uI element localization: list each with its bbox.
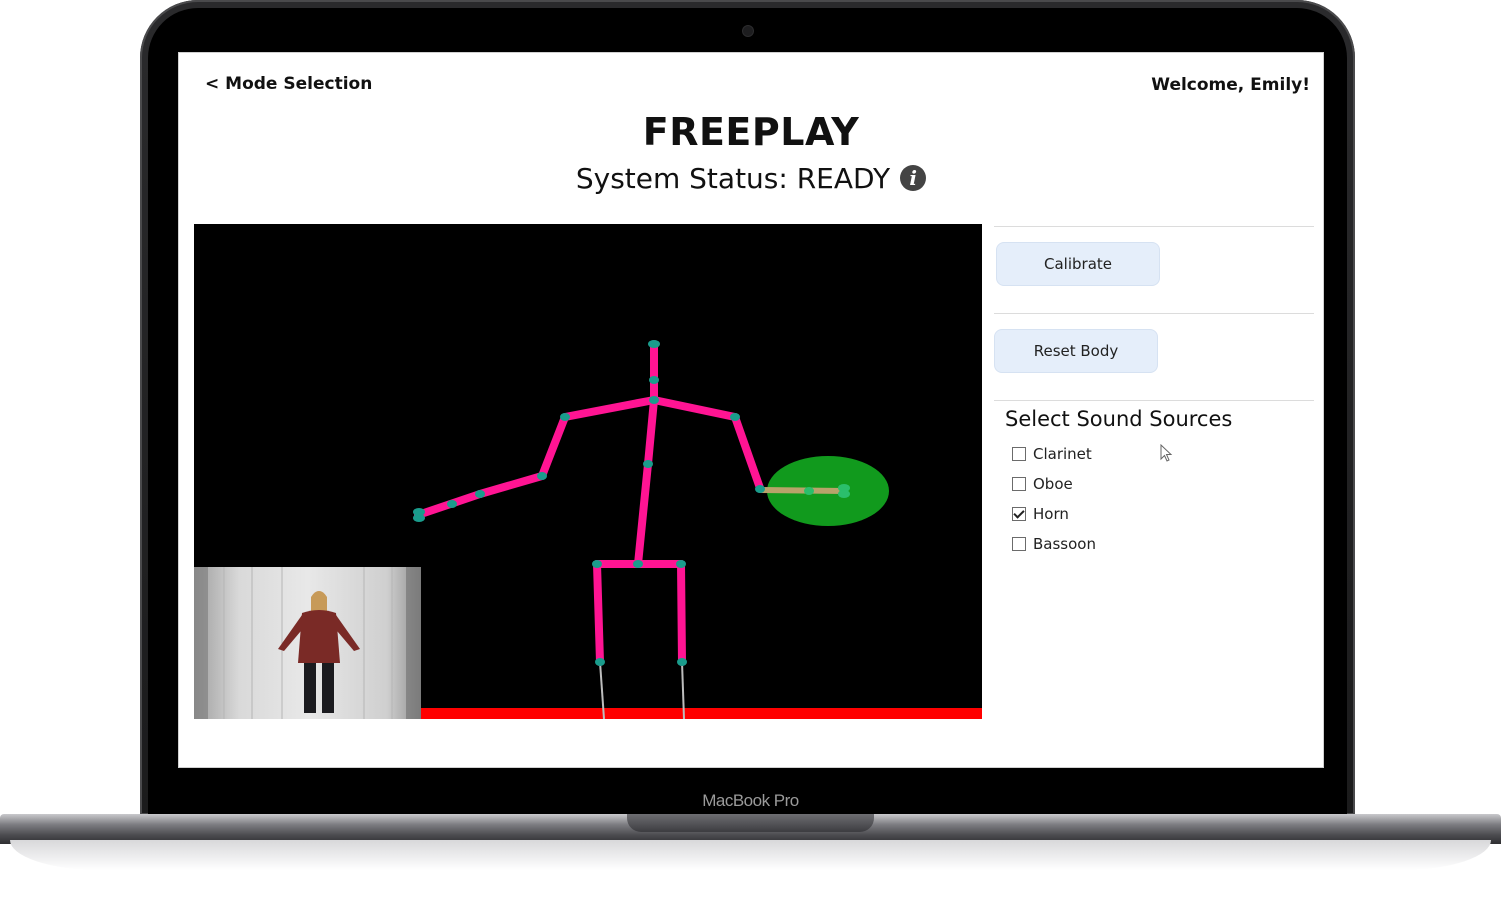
skeleton-body xyxy=(414,340,764,666)
oboe-label: Oboe xyxy=(1033,475,1073,493)
left-forearm-bone xyxy=(476,472,546,498)
joint-right-shoulder xyxy=(730,413,740,421)
system-status: System Status: READY i xyxy=(178,162,1324,195)
laptop-base-bottom xyxy=(10,840,1491,870)
right-upper-arm-bone xyxy=(731,413,764,492)
device-brand: MacBook Pro xyxy=(702,791,799,810)
spine-upper-bone xyxy=(644,396,658,468)
joint-left-ankle xyxy=(595,658,605,666)
joint-left-wrist xyxy=(475,490,485,498)
spine-lower-bone xyxy=(634,460,652,568)
calibrate-button[interactable]: Calibrate xyxy=(996,242,1160,286)
source-option-horn[interactable]: Horn xyxy=(1012,503,1069,525)
webcam-image xyxy=(194,567,421,719)
joint-left-elbow xyxy=(537,472,547,480)
joint-right-thumb xyxy=(838,490,850,498)
joint-left-shoulder xyxy=(560,413,570,421)
app-screen: < Mode Selection Welcome, Emily! FREEPLA… xyxy=(178,52,1324,768)
right-forearm-bone xyxy=(757,487,847,494)
skeleton-viewport xyxy=(194,224,982,719)
camera-icon xyxy=(743,26,753,36)
panel-divider-mid xyxy=(994,313,1314,314)
joint-right-wrist xyxy=(804,487,814,495)
clarinet-checkbox[interactable] xyxy=(1012,447,1026,461)
joint-spine-mid xyxy=(643,460,653,468)
joint-spine-shoulder xyxy=(649,396,659,404)
panel-divider-top xyxy=(994,226,1314,227)
source-option-bassoon[interactable]: Bassoon xyxy=(1012,533,1096,555)
info-icon[interactable]: i xyxy=(900,165,927,191)
joint-head xyxy=(648,340,660,348)
joint-left-thumb xyxy=(413,514,425,522)
source-option-clarinet[interactable]: Clarinet xyxy=(1012,443,1092,465)
system-status-text: System Status: READY xyxy=(575,162,891,195)
laptop-notch xyxy=(627,814,874,832)
left-shoulder-bone xyxy=(561,396,658,421)
floor-bar xyxy=(421,708,982,719)
right-leg-bone xyxy=(677,560,686,666)
joint-left-hand xyxy=(447,500,457,508)
joint-left-hip xyxy=(592,560,602,568)
bassoon-checkbox[interactable] xyxy=(1012,537,1026,551)
panel-divider-bottom xyxy=(994,400,1314,401)
reset-body-button[interactable]: Reset Body xyxy=(994,329,1158,373)
horn-checkbox[interactable] xyxy=(1012,507,1026,521)
left-leg-bone xyxy=(593,560,604,666)
joint-right-ankle xyxy=(677,658,687,666)
oboe-checkbox[interactable] xyxy=(1012,477,1026,491)
joint-right-hip xyxy=(676,560,686,568)
mouse-pointer-icon xyxy=(1160,444,1173,462)
clarinet-label: Clarinet xyxy=(1033,445,1092,463)
right-shoulder-bone xyxy=(650,396,739,421)
bassoon-label: Bassoon xyxy=(1033,535,1096,553)
source-option-oboe[interactable]: Oboe xyxy=(1012,473,1073,495)
left-upper-arm-bone xyxy=(538,413,569,480)
joint-spine-base xyxy=(633,560,643,568)
joint-neck xyxy=(649,376,659,384)
welcome-message: Welcome, Emily! xyxy=(1151,75,1310,95)
page-title: FREEPLAY xyxy=(642,110,860,154)
sound-sources-heading: Select Sound Sources xyxy=(1005,407,1233,431)
joint-right-elbow xyxy=(755,485,765,493)
back-to-mode-selection-link[interactable]: < Mode Selection xyxy=(205,74,372,94)
horn-label: Horn xyxy=(1033,505,1069,523)
webcam-preview xyxy=(194,567,421,719)
